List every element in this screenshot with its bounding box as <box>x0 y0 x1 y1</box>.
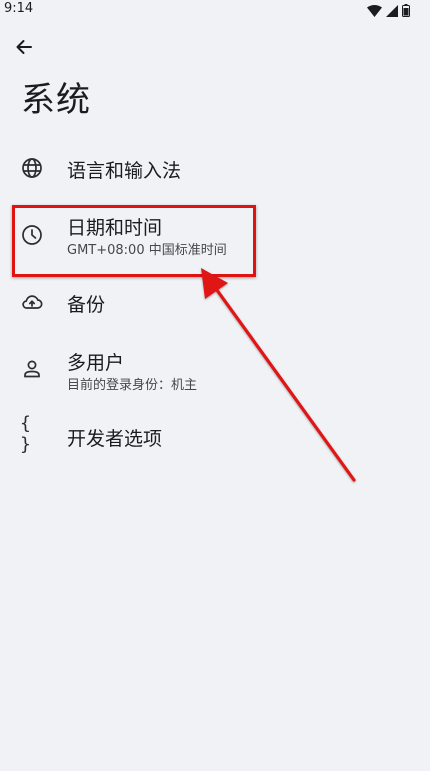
status-time: 9:14 <box>4 1 34 16</box>
battery-icon <box>402 2 410 21</box>
status-bar: 9:14 <box>0 0 430 20</box>
back-button[interactable] <box>10 35 38 63</box>
highlight-box <box>12 205 256 277</box>
settings-item-title: 开发者选项 <box>67 428 163 450</box>
settings-item-users[interactable]: 多用户 目前的登录身份：机主 <box>0 338 430 400</box>
braces-icon: { } <box>20 413 33 455</box>
settings-item-language[interactable]: 语言和输入法 <box>0 135 430 201</box>
cell-signal-icon <box>386 2 398 21</box>
cloud-upload-icon <box>20 290 44 314</box>
settings-item-developer-options[interactable]: { } 开发者选项 <box>0 410 430 462</box>
arrow-back-icon <box>14 37 34 61</box>
settings-item-title: 备份 <box>67 294 106 316</box>
status-icons <box>367 2 410 21</box>
settings-item-title: 语言和输入法 <box>67 160 182 182</box>
page-title: 系统 <box>21 80 91 120</box>
globe-icon <box>20 156 44 180</box>
person-icon <box>20 357 44 381</box>
wifi-icon <box>367 2 382 21</box>
settings-item-backup[interactable]: 备份 <box>0 276 430 328</box>
settings-item-subtitle: 目前的登录身份：机主 <box>67 378 198 393</box>
settings-item-title: 多用户 <box>67 352 125 374</box>
